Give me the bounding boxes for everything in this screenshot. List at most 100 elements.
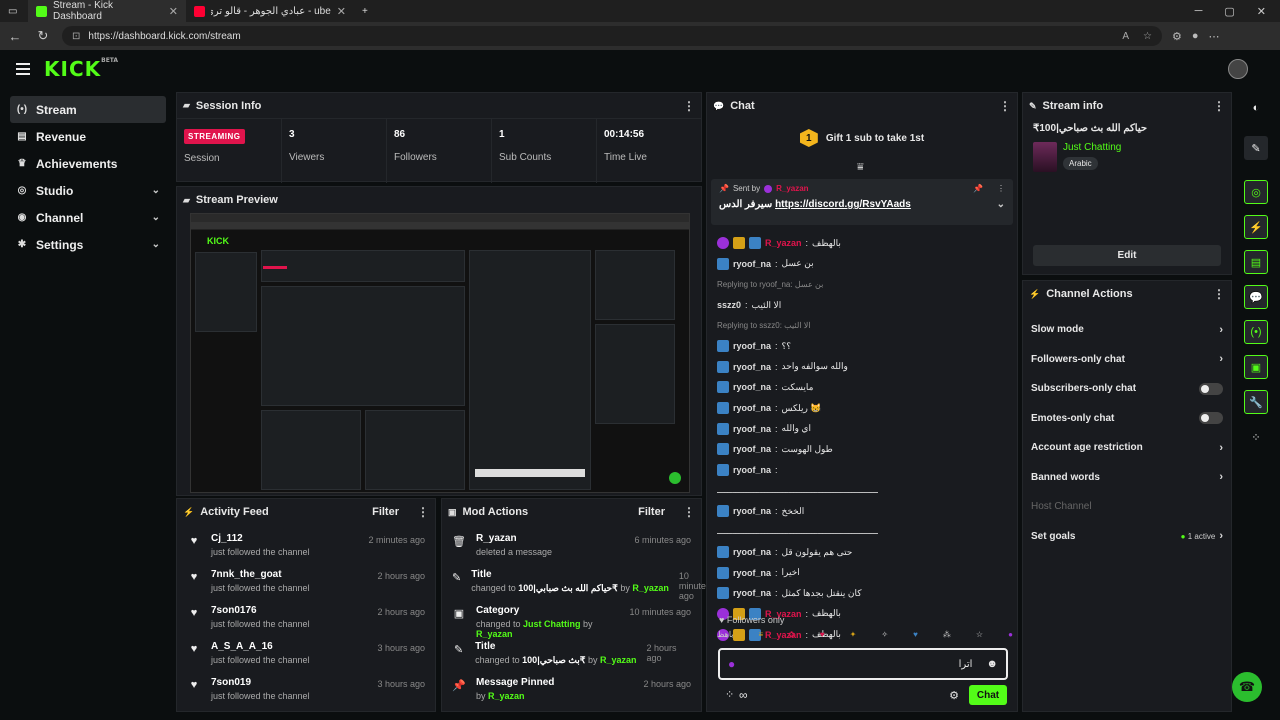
close-tab-icon[interactable]: ✕ bbox=[169, 5, 178, 18]
edit-button[interactable]: Edit bbox=[1033, 245, 1221, 266]
emote-icon[interactable]: ♥ bbox=[820, 630, 825, 639]
chat-username[interactable]: ryoof_na bbox=[733, 403, 771, 413]
sidebar-item-settings[interactable]: ✱ Settings ⌄ bbox=[10, 231, 166, 258]
user-avatar[interactable] bbox=[1228, 59, 1248, 79]
emote-icon[interactable]: ≡ bbox=[759, 630, 764, 639]
chat-username[interactable]: ryoof_na bbox=[733, 382, 771, 392]
banned-words-row[interactable]: Banned words › bbox=[1023, 463, 1231, 493]
emote-icon[interactable]: ♥ bbox=[913, 630, 918, 639]
more-options-icon[interactable]: ⋮ bbox=[417, 505, 429, 519]
mod-action-user[interactable]: R_yazan bbox=[476, 629, 513, 639]
unpin-icon[interactable]: 📌 bbox=[973, 184, 983, 193]
more-options-icon[interactable]: ⋮ bbox=[683, 505, 695, 519]
maximize-button[interactable]: ▢ bbox=[1224, 5, 1234, 18]
more-menu-icon[interactable]: ⋯ bbox=[1209, 30, 1220, 43]
browser-tab-youtube[interactable]: ube - عبادي الجوهر - قالو ترى (710) ✕ bbox=[186, 0, 354, 22]
emote-icon[interactable]: ● bbox=[1008, 630, 1013, 639]
emote-icon[interactable]: باهظ bbox=[717, 630, 733, 639]
chat-username[interactable]: ryoof_na bbox=[733, 424, 771, 434]
sidebar-item-achievements[interactable]: ♛ Achievements bbox=[10, 150, 166, 177]
gear-icon[interactable]: ⚙ bbox=[949, 689, 959, 702]
widget-chat-icon[interactable]: 💬 bbox=[1244, 285, 1268, 309]
favorite-star-icon[interactable]: ☆ bbox=[1143, 31, 1152, 42]
kick-logo[interactable]: KICKBETA bbox=[44, 57, 118, 81]
widget-session-icon[interactable]: ◎ bbox=[1244, 180, 1268, 204]
activity-user[interactable]: 7son019 bbox=[211, 677, 367, 688]
sidebar-item-studio[interactable]: ◎ Studio ⌄ bbox=[10, 177, 166, 204]
pinned-user[interactable]: R_yazan bbox=[776, 184, 808, 193]
more-options-icon[interactable]: ⋮ bbox=[997, 184, 1005, 193]
reload-icon[interactable]: ↻ bbox=[34, 28, 52, 44]
sidebar-item-revenue[interactable]: ▤ Revenue bbox=[10, 123, 166, 150]
hamburger-menu-icon[interactable] bbox=[16, 60, 30, 78]
widget-info-icon[interactable]: ▤ bbox=[1244, 250, 1268, 274]
more-options-icon[interactable]: ⋮ bbox=[683, 99, 695, 113]
subscribers-only-toggle[interactable] bbox=[1199, 382, 1223, 395]
send-chat-button[interactable]: Chat bbox=[969, 685, 1007, 705]
widget-actions-icon[interactable]: ⚡ bbox=[1244, 215, 1268, 239]
set-goals-row[interactable]: Set goals ● 1 active › bbox=[1023, 522, 1231, 552]
chat-username[interactable]: ryoof_na bbox=[733, 506, 771, 516]
widget-stream-icon[interactable]: (•) bbox=[1244, 320, 1268, 344]
emote-icon[interactable]: ✧ bbox=[881, 630, 888, 639]
mod-action-user[interactable]: R_yazan bbox=[632, 583, 669, 593]
emoji-picker-icon[interactable]: ☻ bbox=[986, 658, 998, 670]
chat-collapse-icon[interactable]: ⩸ bbox=[857, 161, 864, 174]
filter-button[interactable]: Filter bbox=[638, 506, 665, 518]
url-field[interactable]: ⊡ https://dashboard.kick.com/stream A ☆ bbox=[62, 26, 1162, 46]
chat-username[interactable]: ryoof_na bbox=[733, 588, 771, 598]
filter-button[interactable]: Filter bbox=[372, 506, 399, 518]
close-window-button[interactable]: ✕ bbox=[1257, 5, 1266, 18]
more-options-icon[interactable]: ⋮ bbox=[999, 99, 1011, 113]
followers-only-row[interactable]: Followers-only chat › bbox=[1023, 345, 1231, 375]
emote-icon[interactable]: ☆ bbox=[976, 630, 983, 639]
widget-preview-icon[interactable]: ▣ bbox=[1244, 355, 1268, 379]
activity-user[interactable]: Cj_112 bbox=[211, 533, 358, 544]
pinned-link[interactable]: https://discord.gg/RsvYAads bbox=[775, 199, 911, 210]
chat-username[interactable]: R_yazan bbox=[765, 238, 802, 248]
extensions-icon[interactable]: ⚙ bbox=[1172, 30, 1182, 43]
more-options-icon[interactable]: ⋮ bbox=[1213, 99, 1225, 113]
close-tab-icon[interactable]: ✕ bbox=[337, 5, 346, 18]
read-aloud-icon[interactable]: A bbox=[1122, 31, 1129, 42]
emote-icon[interactable]: ✦ bbox=[850, 630, 857, 639]
back-icon[interactable]: ← bbox=[6, 29, 24, 44]
more-options-icon[interactable]: ⋮ bbox=[1213, 287, 1225, 301]
activity-user[interactable]: A_S_A_A_16 bbox=[211, 641, 367, 652]
slow-mode-row[interactable]: Slow mode › bbox=[1023, 315, 1231, 345]
chat-username[interactable]: ryoof_na bbox=[733, 341, 771, 351]
emotes-only-toggle[interactable] bbox=[1199, 412, 1223, 425]
chat-username[interactable]: ryoof_na bbox=[733, 259, 771, 269]
browser-menu-icon[interactable]: ▭ bbox=[0, 0, 28, 22]
widget-tools-icon[interactable]: 🔧 bbox=[1244, 390, 1268, 414]
activity-user[interactable]: 7son0176 bbox=[211, 605, 367, 616]
edit-layout-icon[interactable]: ✎ bbox=[1244, 136, 1268, 160]
new-tab-button[interactable]: + bbox=[354, 0, 376, 22]
account-age-row[interactable]: Account age restriction › bbox=[1023, 433, 1231, 463]
chat-username[interactable]: ryoof_na bbox=[733, 362, 771, 372]
minimize-button[interactable]: ─ bbox=[1195, 5, 1203, 18]
chat-username[interactable]: ryoof_na bbox=[733, 444, 771, 454]
sidebar-item-channel[interactable]: ◉ Channel ⌄ bbox=[10, 204, 166, 231]
mod-action-user[interactable]: R_yazan bbox=[488, 691, 525, 701]
chat-username[interactable]: ryoof_na bbox=[733, 568, 771, 578]
emote-icon[interactable]: ✿ bbox=[788, 630, 795, 639]
emote-icon[interactable]: ⁂ bbox=[943, 630, 951, 639]
chat-username[interactable]: ryoof_na bbox=[733, 465, 771, 475]
category-name[interactable]: Just Chatting bbox=[1063, 142, 1121, 153]
chevron-down-icon[interactable]: ⌄ bbox=[997, 199, 1005, 210]
badges-icon[interactable]: ⁘ bbox=[725, 688, 734, 701]
stream-preview-video[interactable]: KICK bbox=[190, 213, 690, 493]
infinity-icon[interactable]: ∞ bbox=[739, 688, 748, 702]
chat-input[interactable]: ● اترا ☻ bbox=[718, 648, 1008, 680]
gift-sub-banner[interactable]: 1 Gift 1 sub to take 1st bbox=[707, 129, 1017, 147]
sidebar-item-stream[interactable]: (•) Stream bbox=[10, 96, 166, 123]
browser-tab-kick[interactable]: Stream - Kick Dashboard ✕ bbox=[28, 0, 186, 22]
chat-username[interactable]: sszz0 bbox=[717, 300, 741, 310]
profile-icon[interactable]: ● bbox=[1192, 30, 1199, 42]
apps-icon[interactable]: ⁘ bbox=[1244, 425, 1268, 449]
activity-user[interactable]: 7nnk_the_goat bbox=[211, 569, 367, 580]
chat-username[interactable]: ryoof_na bbox=[733, 547, 771, 557]
theme-toggle-icon[interactable]: ◐ bbox=[1244, 96, 1268, 120]
help-chat-icon[interactable]: ☎ bbox=[1232, 672, 1262, 702]
